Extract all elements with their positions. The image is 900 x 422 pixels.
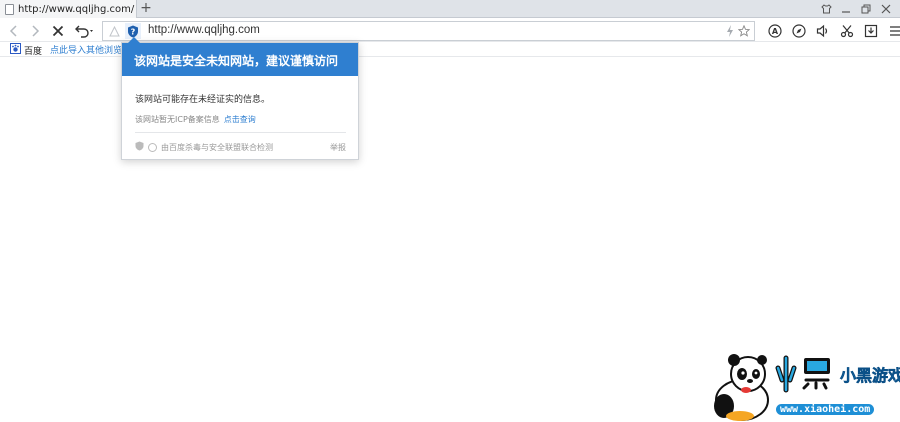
svg-text:?: ? (131, 27, 136, 36)
lightning-icon[interactable] (726, 25, 734, 40)
watermark-site: www.xiaohei.com (776, 404, 875, 415)
baidu-antivirus-icon (135, 141, 144, 153)
security-alliance-icon (148, 142, 157, 152)
restore-icon[interactable] (858, 1, 874, 17)
watermark-logo: 小黑游戏 www.xiaohei.com (700, 350, 900, 422)
svg-text:A: A (772, 27, 779, 36)
forward-icon[interactable] (25, 21, 45, 41)
new-tab-button[interactable]: + (139, 1, 153, 16)
back-icon[interactable] (4, 21, 24, 41)
window-controls (818, 1, 894, 17)
tab-strip: http://www.qqljhg.com/ + (0, 0, 900, 18)
bookmark-baidu[interactable]: 百度 (10, 43, 42, 57)
compass-icon[interactable] (789, 21, 809, 41)
bookmark-label: 百度 (24, 46, 43, 57)
popup-message: 该网站可能存在未经证实的信息。 (135, 95, 271, 105)
icp-text: 该网站暂无ICP备案信息 (135, 115, 220, 124)
tab-title: http://www.qqljhg.com/ (18, 3, 135, 15)
popup-footer: 由百度杀毒与安全联盟联合检测 举报 (135, 141, 346, 153)
minimize-icon[interactable] (838, 1, 854, 17)
menu-icon[interactable] (885, 21, 900, 41)
adblock-icon[interactable]: A (765, 21, 785, 41)
toolbar-actions: A (765, 21, 900, 41)
download-icon[interactable] (861, 21, 881, 41)
watermark-brand: 小黑游戏 (840, 366, 900, 386)
undo-close-icon[interactable] (72, 21, 98, 41)
icp-info: 该网站暂无ICP备案信息 点击查询 (135, 114, 256, 125)
speaker-icon[interactable] (813, 21, 833, 41)
tab-active[interactable]: http://www.qqljhg.com/ (0, 0, 137, 18)
close-icon[interactable] (878, 1, 894, 17)
scissors-icon[interactable] (837, 21, 857, 41)
stop-icon[interactable] (48, 21, 68, 41)
divider (135, 132, 346, 133)
baidu-icon (10, 43, 21, 57)
popup-title: 该网站是安全未知网站，建议谨慎访问 (122, 43, 358, 76)
reader-icon[interactable] (107, 24, 121, 38)
import-bookmarks-link[interactable]: 点此导入其他浏览器 (50, 43, 131, 56)
star-icon[interactable] (737, 24, 751, 40)
footer-text: 由百度杀毒与安全联盟联合检测 (161, 142, 273, 152)
url-text[interactable]: http://www.qqljhg.com (148, 24, 260, 36)
page-icon (5, 3, 14, 15)
icp-query-link[interactable]: 点击查询 (224, 115, 256, 124)
address-bar[interactable]: ? http://www.qqljhg.com (102, 21, 755, 41)
site-security-popup: 该网站是安全未知网站，建议谨慎访问 该网站可能存在未经证实的信息。 该网站暂无I… (121, 37, 359, 160)
skin-icon[interactable] (818, 1, 834, 17)
report-link[interactable]: 举报 (330, 142, 346, 153)
